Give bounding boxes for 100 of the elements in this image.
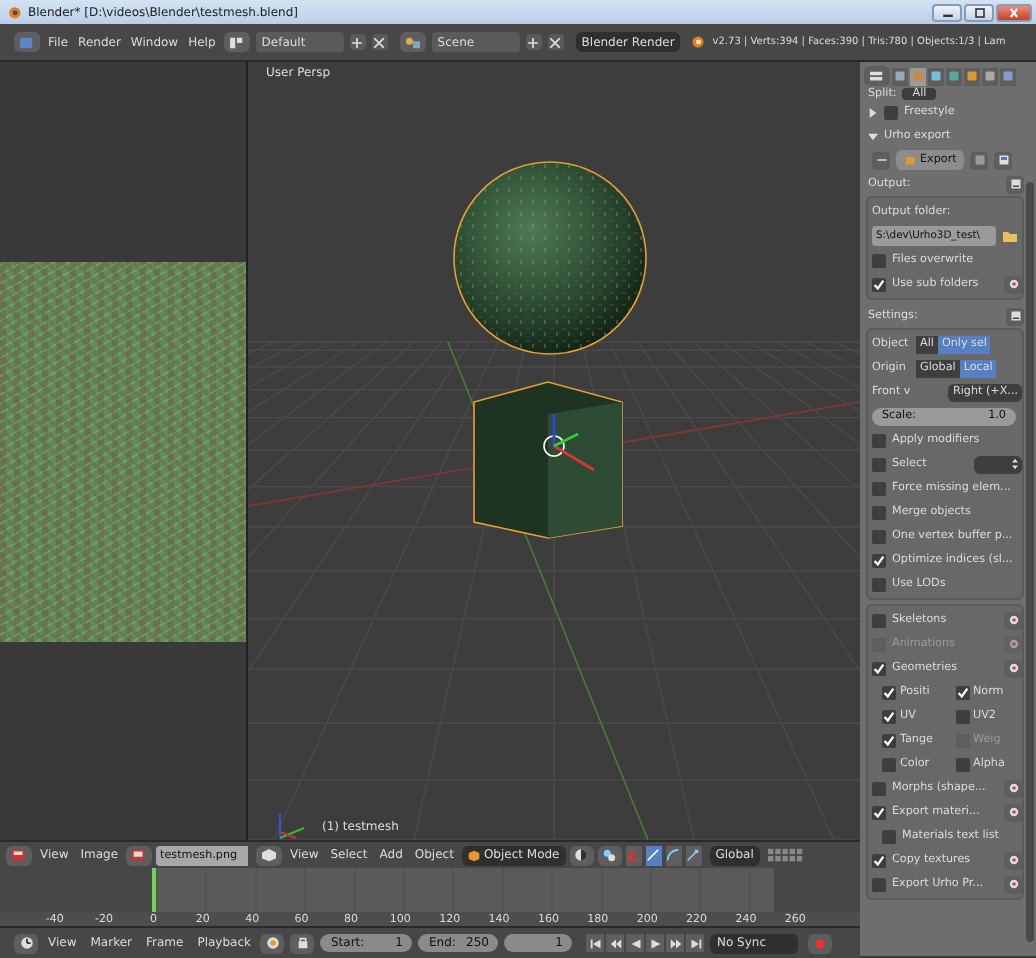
tool-button[interactable] [1004, 875, 1022, 893]
tool-button[interactable] [1006, 307, 1024, 325]
image-icon [130, 848, 149, 862]
close-icon [374, 37, 385, 47]
fast-forward-icon [669, 937, 682, 949]
translate-button[interactable] [645, 845, 662, 865]
record-icon [814, 937, 827, 949]
updown-icon [1012, 458, 1018, 470]
tool-button[interactable] [994, 151, 1013, 169]
pivot-button[interactable] [597, 845, 622, 865]
editor-type-button[interactable] [256, 845, 282, 865]
layout-icon [227, 35, 246, 49]
folder-icon[interactable] [1002, 228, 1018, 244]
scene-button[interactable] [399, 32, 426, 52]
checkbox[interactable] [872, 613, 886, 627]
checkbox[interactable] [872, 853, 886, 867]
square-icon [973, 154, 986, 166]
scene-icon [403, 35, 422, 49]
tool-button[interactable] [1004, 611, 1022, 629]
checkbox[interactable] [872, 661, 886, 675]
list-icon [868, 69, 886, 83]
editor-type-button[interactable] [14, 933, 38, 953]
checkbox[interactable] [884, 105, 898, 119]
checkbox[interactable] [872, 781, 886, 795]
checkbox[interactable] [872, 277, 886, 291]
tool-button[interactable] [1004, 851, 1022, 869]
pivot-icon [602, 848, 617, 862]
editor-type-button[interactable] [864, 66, 890, 86]
save-icon [1009, 178, 1021, 190]
sphere-icon [574, 848, 589, 862]
play-icon [649, 937, 662, 949]
checkbox[interactable] [872, 805, 886, 819]
window-icon [18, 35, 36, 49]
checkbox[interactable] [882, 685, 896, 699]
plus-icon [528, 37, 539, 47]
blender-logo-icon [690, 34, 707, 50]
tool-button[interactable] [1004, 275, 1022, 293]
editor-type-button[interactable] [6, 845, 32, 865]
tool-button[interactable] [1004, 803, 1022, 821]
close-button[interactable] [996, 3, 1032, 21]
checkbox[interactable] [955, 685, 969, 699]
tool-button[interactable] [1004, 779, 1022, 797]
previous-keyframe-button[interactable] [606, 934, 625, 952]
checkbox[interactable] [872, 457, 886, 471]
box-icon [904, 154, 916, 166]
tool-button[interactable] [872, 151, 890, 169]
play-reverse-button[interactable] [626, 934, 645, 952]
properties-tab[interactable] [964, 67, 980, 85]
window-icon [997, 154, 1010, 166]
play-button[interactable] [646, 934, 665, 952]
checkbox[interactable] [872, 253, 886, 267]
next-keyframe-button[interactable] [666, 934, 685, 952]
jump-to-start-button[interactable] [586, 934, 605, 952]
checkbox[interactable] [872, 529, 886, 543]
checkbox[interactable] [882, 709, 896, 723]
checkbox[interactable] [872, 433, 886, 447]
layout-button[interactable] [223, 32, 250, 52]
scale-button[interactable] [685, 845, 702, 865]
minimize-button[interactable] [932, 3, 962, 21]
select-dropdown[interactable] [974, 455, 1022, 473]
remove-button[interactable] [547, 34, 564, 50]
tool-button[interactable] [1004, 659, 1022, 677]
save-icon [1009, 310, 1021, 322]
checkbox[interactable] [872, 877, 886, 891]
remove-button[interactable] [371, 34, 388, 50]
tool-button[interactable] [1006, 175, 1024, 193]
arc-icon [666, 848, 681, 862]
keying-button[interactable] [260, 933, 285, 953]
add-button[interactable] [525, 34, 542, 50]
layers-grid-icon[interactable] [767, 847, 804, 863]
checkbox[interactable] [882, 757, 896, 771]
minus-icon [875, 154, 887, 166]
manipulator-toggle-button[interactable] [625, 845, 642, 865]
checkbox[interactable] [872, 505, 886, 519]
keyset-button[interactable] [290, 933, 315, 953]
checkbox[interactable] [872, 481, 886, 495]
checkbox[interactable] [955, 757, 969, 771]
transform-manipulator-icon[interactable] [543, 414, 595, 472]
checkbox[interactable] [955, 709, 969, 723]
image-icon [10, 848, 28, 862]
shading-button[interactable] [569, 845, 594, 865]
rotate-button[interactable] [665, 845, 682, 865]
properties-tab[interactable] [928, 67, 944, 85]
record-dot-icon [265, 936, 280, 950]
checkbox[interactable] [872, 577, 886, 591]
axis-gizmo-icon [279, 813, 305, 839]
jump-to-end-button[interactable] [686, 934, 705, 952]
cube-icon [260, 848, 278, 862]
checkbox[interactable] [872, 553, 886, 567]
close-icon [1006, 7, 1022, 17]
lock-icon [295, 936, 310, 950]
checkbox[interactable] [882, 733, 896, 747]
add-button[interactable] [349, 34, 366, 50]
image-browse-button[interactable] [126, 845, 153, 865]
properties-tab[interactable] [982, 67, 998, 85]
maximize-button[interactable] [964, 3, 994, 21]
checkbox[interactable] [882, 829, 896, 843]
properties-tab[interactable] [892, 67, 908, 85]
axes-icon [626, 848, 641, 862]
close-icon [550, 37, 561, 47]
